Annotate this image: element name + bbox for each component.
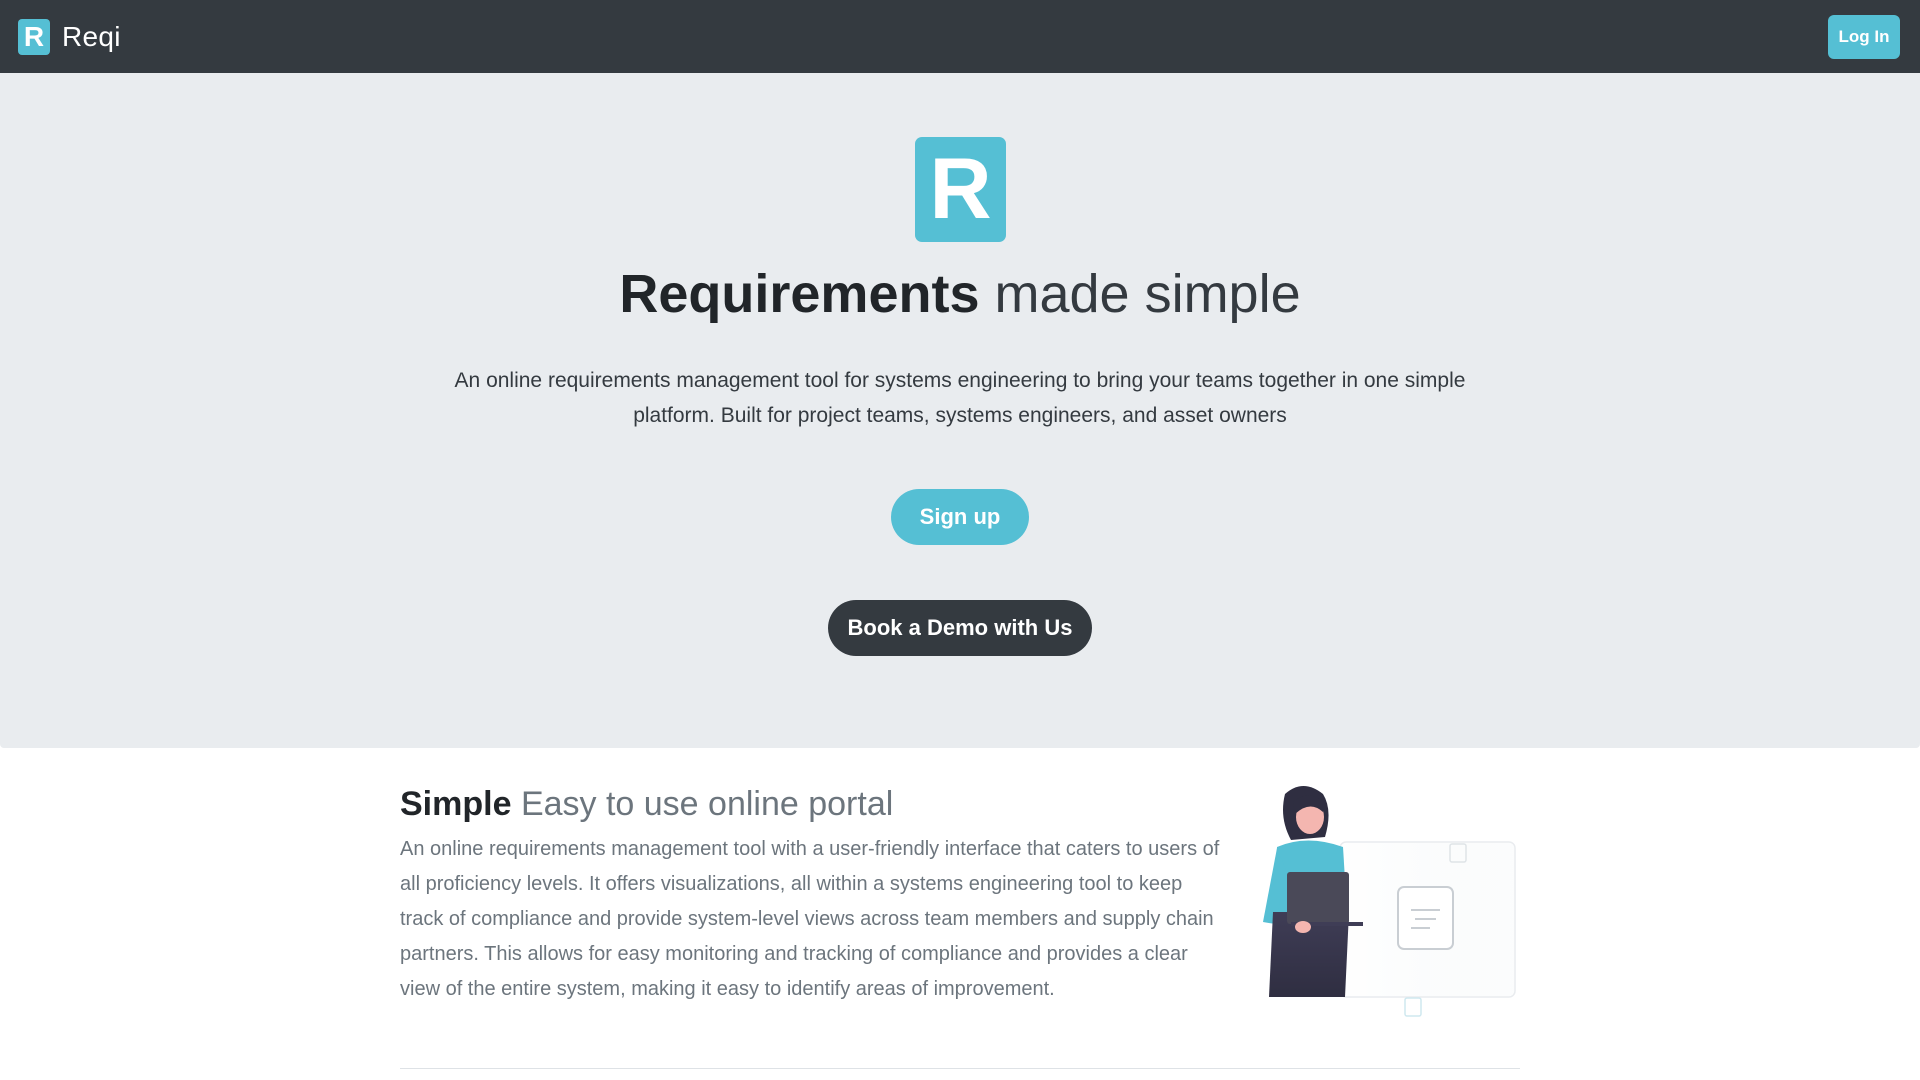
feature-title-accent: Easy to use online portal — [520, 785, 894, 823]
navbar: R Reqi Log In — [0, 0, 1920, 73]
hero-logo: R — [915, 137, 1006, 242]
hero-title-strong: Requirements — [619, 264, 980, 324]
brand-name: Reqi — [62, 20, 121, 52]
signup-button[interactable]: Sign up — [891, 489, 1029, 545]
feature-title-strong: Simple — [400, 785, 512, 823]
login-button[interactable]: Log In — [1828, 14, 1900, 59]
brand-logo: R — [18, 18, 50, 55]
section-divider — [400, 1068, 1520, 1069]
woman-with-laptop-illustration — [1263, 786, 1516, 1017]
hero-section: R Requirements made simple An online req… — [0, 73, 1920, 748]
feature-description: An online requirements management tool w… — [400, 838, 1220, 1000]
brand-link[interactable]: R Reqi — [18, 18, 121, 55]
hero-title: Requirements made simple — [0, 263, 1920, 325]
hero-title-light: made simple — [994, 264, 1301, 324]
hero-description: An online requirements management tool f… — [454, 369, 1466, 427]
book-demo-button[interactable]: Book a Demo with Us — [828, 600, 1092, 656]
